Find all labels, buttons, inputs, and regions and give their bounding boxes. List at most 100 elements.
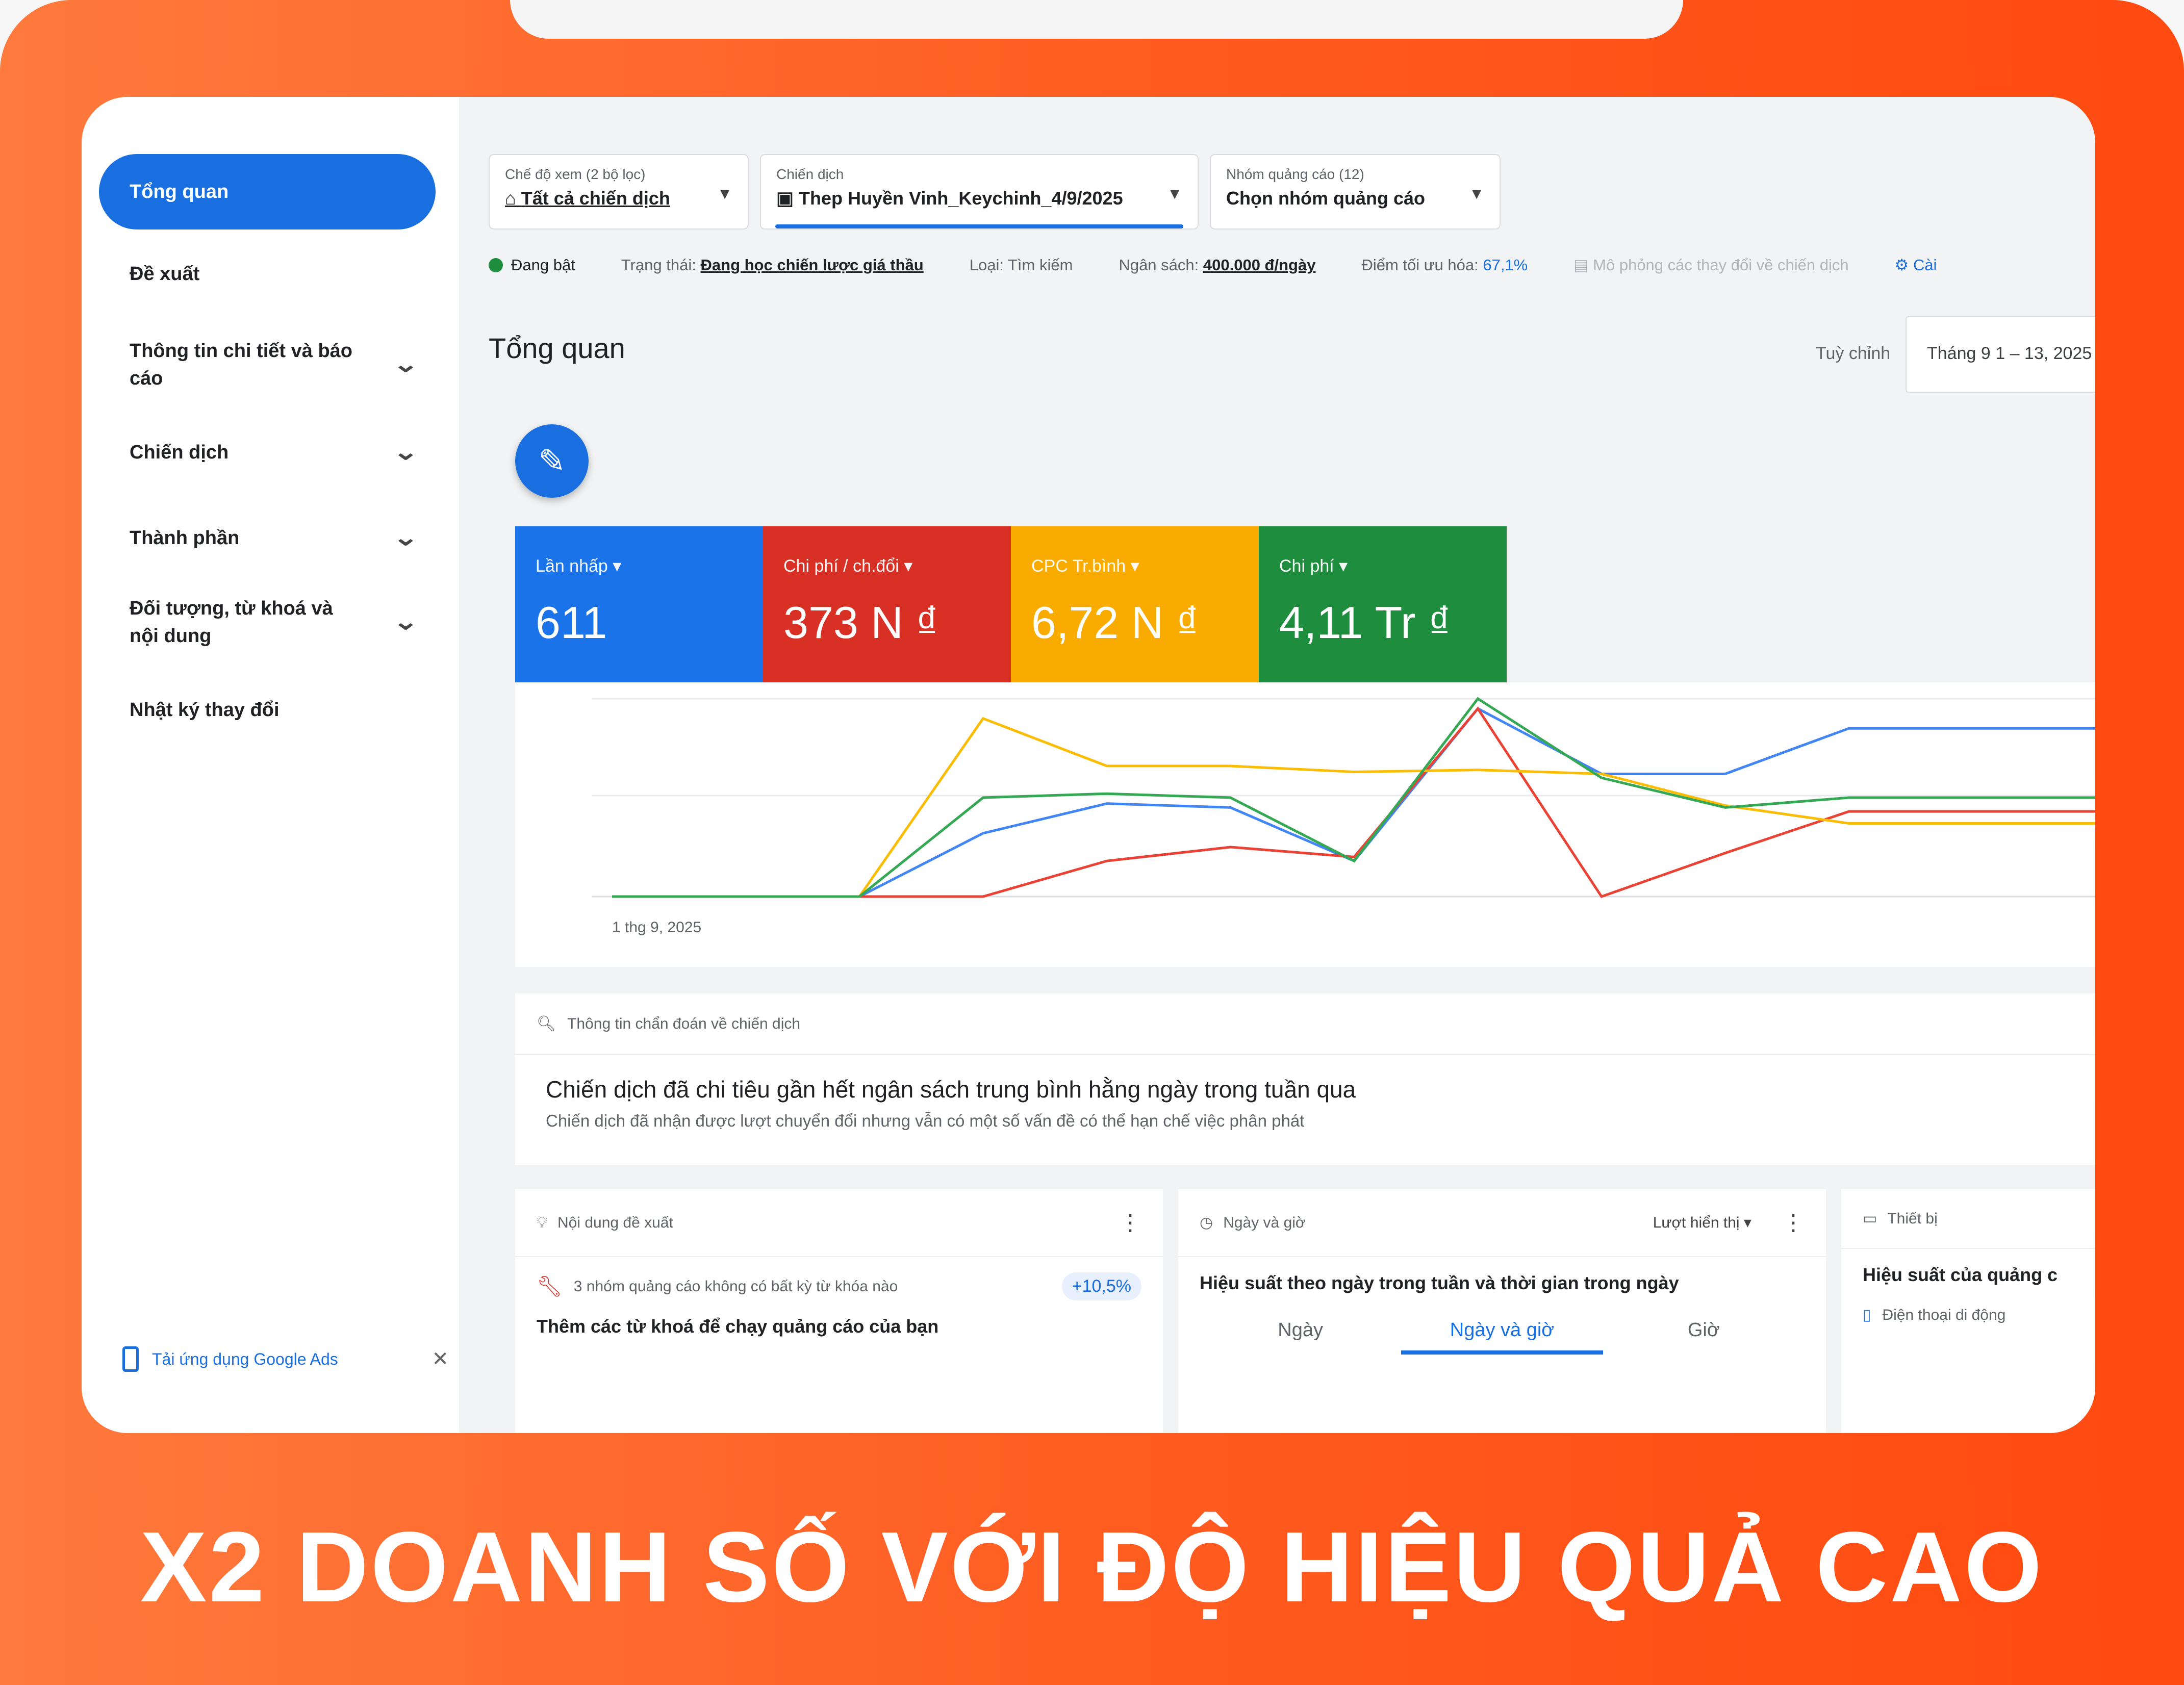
- more-options-icon[interactable]: ⋮: [1782, 1210, 1805, 1236]
- simulate-changes[interactable]: ▤ Mô phỏng các thay đổi về chiến dịch: [1573, 256, 1848, 274]
- chevron-down-icon: ⌄: [392, 609, 419, 634]
- chevron-down-icon: ⌄: [392, 440, 419, 465]
- device-card[interactable]: ▭ Thiết bị Hiệu suất của quảng c ▯ Điện …: [1841, 1189, 2095, 1433]
- metric-cost[interactable]: Chi phí ▾ 4,11 Tr ₫: [1259, 526, 1507, 682]
- edit-pencil-icon[interactable]: ✎: [515, 424, 589, 498]
- metric-value: 611: [536, 597, 607, 648]
- series-line-1: [612, 706, 2095, 899]
- metric-value: 373 N ₫: [783, 597, 939, 648]
- x-tick-label: 1 thg 9, 2025: [612, 919, 701, 936]
- sidebar-item-campaigns[interactable]: Chiến dịch ⌄: [99, 439, 436, 466]
- clock-icon: ◷: [1200, 1214, 1213, 1231]
- day-time-tabs: Ngày Ngày và giờ Giờ: [1178, 1294, 1826, 1355]
- tab-day-and-hour[interactable]: Ngày và giờ: [1401, 1319, 1603, 1355]
- chevron-down-icon: ⌄: [392, 352, 419, 377]
- card-title: Hiệu suất theo ngày trong tuần và thời g…: [1200, 1272, 1679, 1293]
- metric-label: CPC Tr.bình ▾: [1031, 556, 1139, 576]
- wrench-icon: 🔧︎: [537, 1275, 563, 1298]
- sidebar-item-label: Đối tượng, từ khoá và nội dung: [130, 598, 333, 647]
- sidebar-item-label: Chiến dịch: [130, 442, 229, 463]
- sidebar-item-label: Tổng quan: [130, 181, 229, 202]
- metric-selector[interactable]: Lượt hiển thị ▾: [1653, 1214, 1751, 1232]
- dropdown-arrow-icon: ▼: [717, 186, 732, 202]
- status-dot-icon: [489, 258, 503, 272]
- mobile-phone-icon: ▯: [1863, 1307, 1871, 1323]
- promo-headline: X2 DOANH SỐ VỚI ĐỘ HIỆU QUẢ CAO: [140, 1511, 2044, 1623]
- sidebar-item-audiences[interactable]: Đối tượng, từ khoá và nội dung ⌄: [99, 594, 436, 650]
- page-title: Tổng quan: [489, 332, 625, 364]
- app-download-label: Tải ứng dụng Google Ads: [152, 1349, 338, 1368]
- chevron-down-icon: ⌄: [392, 525, 419, 550]
- metric-label: Lần nhấp ▾: [536, 556, 622, 576]
- selected-indicator: [775, 224, 1183, 228]
- dropdown-arrow-icon: ▼: [1469, 186, 1484, 202]
- close-icon[interactable]: ✕: [431, 1347, 449, 1371]
- metric-avg-cpc[interactable]: CPC Tr.bình ▾ 6,72 N ₫: [1011, 526, 1259, 682]
- series-line-0: [612, 707, 2095, 898]
- devices-icon: ▭: [1863, 1210, 1877, 1227]
- diagnostics-header: 🔍︎ Thông tin chẩn đoán về chiến dịch: [515, 993, 2095, 1055]
- settings-link[interactable]: ⚙ Cài: [1895, 256, 1937, 274]
- diagnostics-subtitle: Chiến dịch đã nhận được lượt chuyển đổi …: [546, 1111, 1305, 1130]
- suggestion-action: Thêm các từ khoá để chạy quảng cáo của b…: [537, 1316, 939, 1337]
- card-title: Hiệu suất của quảng c: [1863, 1264, 2058, 1285]
- metric-label: Chi phí ▾: [1279, 556, 1348, 576]
- sidebar-item-label: Thông tin chi tiết và báo cáo: [130, 340, 352, 389]
- card-header: 💡︎ Nội dung đề xuất ⋮: [515, 1189, 1163, 1257]
- diagnostics-card[interactable]: 🔍︎ Thông tin chẩn đoán về chiến dịch Chiế…: [515, 993, 2095, 1165]
- sidebar-item-label: Thành phần: [130, 527, 240, 549]
- line-chart: 1 thg 9, 2025: [592, 697, 2095, 936]
- sidebar-item-insights[interactable]: Thông tin chi tiết và báo cáo ⌄: [99, 337, 436, 393]
- sidebar-item-change-history[interactable]: Nhật ký thay đổi: [99, 696, 436, 724]
- sidebar-item-recommendations[interactable]: Đề xuất: [99, 260, 436, 288]
- budget[interactable]: Ngân sách: 400.000 đ/ngày: [1119, 256, 1315, 274]
- filter-value: Chọn nhóm quảng cáo: [1226, 188, 1425, 209]
- filter-label: Chiến dịch: [776, 166, 844, 182]
- status-enabled[interactable]: Đang bật: [489, 256, 575, 274]
- ad-group-filter[interactable]: Nhóm quảng cáo (12) Chọn nhóm quảng cáo …: [1210, 154, 1501, 229]
- filter-value: ▣ Thep Huyền Vinh_Keychinh_4/9/2025: [776, 188, 1123, 209]
- sidebar-item-label: Nhật ký thay đổi: [130, 699, 280, 721]
- filter-label: Chế độ xem (2 bộ lọc): [505, 166, 646, 182]
- date-range-picker[interactable]: Tháng 9 1 – 13, 2025 ▼: [1906, 316, 2095, 393]
- suggestion-row[interactable]: 🔧︎ 3 nhóm quảng cáo không có bất kỳ từ k…: [515, 1257, 1163, 1316]
- sidebar: Tổng quan Đề xuất Thông tin chi tiết và …: [82, 97, 459, 1433]
- date-range-value: Tháng 9 1 – 13, 2025: [1927, 344, 2092, 363]
- suggestions-card[interactable]: 💡︎ Nội dung đề xuất ⋮ 🔧︎ 3 nhóm quảng cá…: [515, 1189, 1163, 1433]
- view-mode-filter[interactable]: Chế độ xem (2 bộ lọc) ⌂ Tất cả chiến dịc…: [489, 154, 749, 229]
- device-row[interactable]: ▯ Điện thoại di động: [1841, 1286, 2095, 1339]
- campaign-filter[interactable]: Chiến dịch ▣ Thep Huyền Vinh_Keychinh_4/…: [760, 154, 1199, 229]
- google-ads-window: Tổng quan Đề xuất Thông tin chi tiết và …: [82, 97, 2095, 1433]
- metric-cost-per-conversion[interactable]: Chi phí / ch.đổi ▾ 373 N ₫: [763, 526, 1011, 682]
- sidebar-item-assets[interactable]: Thành phần ⌄: [99, 524, 436, 552]
- campaign-type: Loại: Tìm kiếm: [969, 256, 1073, 274]
- phone-download-icon: [122, 1346, 139, 1372]
- day-time-card[interactable]: ◷ Ngày và giờ Lượt hiển thị ▾ ⋮ Hiệu suấ…: [1178, 1189, 1826, 1433]
- top-notch: [510, 0, 1683, 39]
- main-content: Chế độ xem (2 bộ lọc) ⌂ Tất cả chiến dịc…: [459, 97, 2095, 1433]
- more-options-icon[interactable]: ⋮: [1119, 1210, 1141, 1236]
- campaign-status-row: Đang bật Trạng thái: Đang học chiến lược…: [459, 250, 2095, 280]
- lightbulb-icon: 💡︎: [537, 1214, 547, 1231]
- tab-hour[interactable]: Giờ: [1603, 1319, 1805, 1355]
- dropdown-arrow-icon: ▼: [1167, 186, 1182, 202]
- filter-value: ⌂ Tất cả chiến dịch: [505, 188, 670, 209]
- metric-value: 4,11 Tr ₫: [1279, 597, 1452, 648]
- series-line-2: [612, 717, 2095, 898]
- metric-clicks[interactable]: Lần nhấp ▾ 611: [515, 526, 763, 682]
- sidebar-item-overview[interactable]: Tổng quan: [99, 154, 436, 229]
- optimization-score[interactable]: Điểm tối ưu hóa: 67,1%: [1361, 256, 1528, 274]
- metric-cards: Lần nhấp ▾ 611 Chi phí / ch.đổi ▾ 373 N …: [515, 526, 1507, 682]
- uplift-badge: +10,5%: [1061, 1272, 1141, 1300]
- customize-link[interactable]: Tuỳ chỉnh: [1816, 344, 1890, 364]
- app-download-banner[interactable]: Tải ứng dụng Google Ads ✕: [122, 1346, 449, 1372]
- tab-day[interactable]: Ngày: [1200, 1319, 1401, 1355]
- bid-strategy-status[interactable]: Trạng thái: Đang học chiến lược giá thầu: [621, 256, 924, 274]
- card-header: ▭ Thiết bị: [1841, 1189, 2095, 1249]
- sidebar-item-label: Đề xuất: [130, 263, 200, 285]
- diagnostics-title: Chiến dịch đã chi tiêu gần hết ngân sách…: [546, 1076, 1356, 1103]
- diagnostics-search-icon: 🔍︎: [537, 1015, 556, 1032]
- filter-label: Nhóm quảng cáo (12): [1226, 166, 1364, 182]
- metric-value: 6,72 N ₫: [1031, 597, 1199, 648]
- performance-chart: 1 thg 9, 2025: [515, 682, 2095, 967]
